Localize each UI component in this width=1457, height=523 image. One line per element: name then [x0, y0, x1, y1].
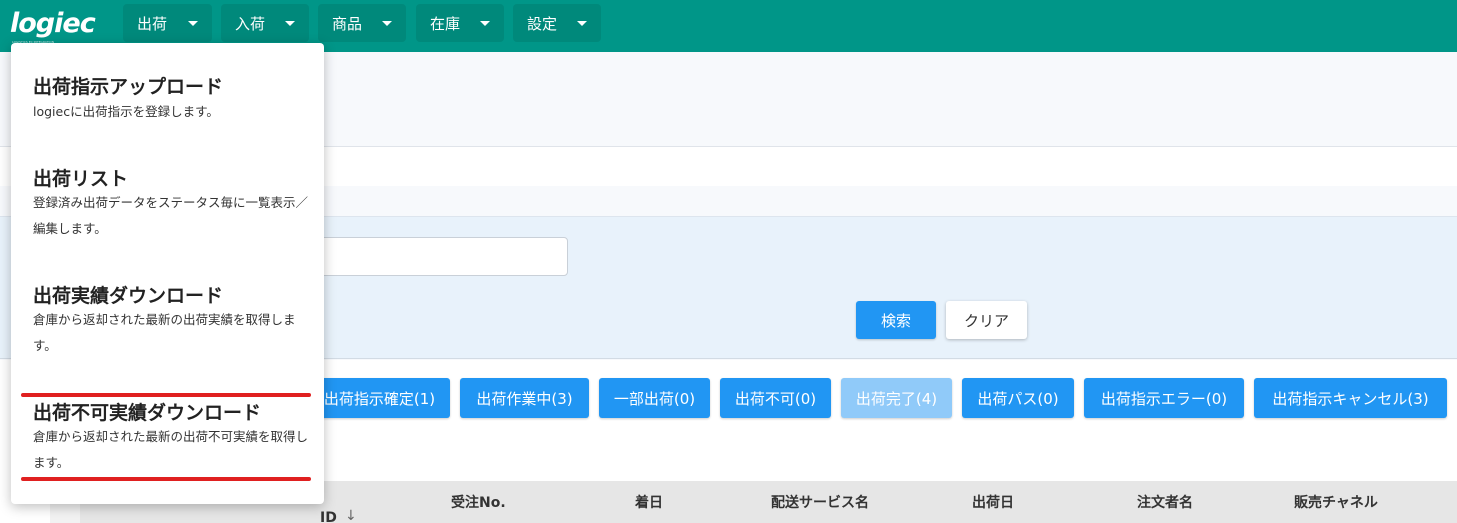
- status-completed-button[interactable]: 出荷完了(4): [841, 378, 952, 418]
- caret-down-icon: [285, 21, 295, 26]
- clear-button[interactable]: クリア: [946, 301, 1027, 339]
- status-confirmed-button[interactable]: 出荷指示確定(1): [309, 378, 450, 418]
- nav-settings[interactable]: 設定: [513, 4, 601, 42]
- column-order-no[interactable]: 受注No.: [451, 492, 506, 512]
- nav-products[interactable]: 商品: [318, 4, 406, 42]
- column-sales-channel[interactable]: 販売チャネル: [1294, 492, 1378, 512]
- status-not-possible-button[interactable]: 出荷不可(0): [720, 378, 831, 418]
- menu-item-results-download-title[interactable]: 出荷実績ダウンロード: [33, 281, 223, 308]
- menu-item-list-desc[interactable]: 登録済み出荷データをステータス毎に一覧表示／編集します。: [33, 190, 308, 242]
- column-arrival-date[interactable]: 着日: [635, 492, 663, 512]
- menu-item-upload-title[interactable]: 出荷指示アップロード: [33, 72, 223, 99]
- menu-item-list-title[interactable]: 出荷リスト: [33, 164, 128, 191]
- column-ship-date[interactable]: 出荷日: [972, 492, 1014, 512]
- caret-down-icon: [382, 21, 392, 26]
- search-button[interactable]: 検索: [856, 301, 936, 339]
- column-orderer-name[interactable]: 注文者名: [1137, 492, 1193, 512]
- nav-shipping[interactable]: 出荷: [123, 4, 212, 42]
- logiec-logo[interactable]: logiec LOGISTICS EC INTEGRATION: [10, 8, 96, 44]
- column-delivery-service[interactable]: 配送サービス名: [771, 492, 869, 512]
- menu-item-not-possible-download-desc[interactable]: 倉庫から返却された最新の出荷不可実績を取得します。: [33, 424, 308, 476]
- menu-item-upload-desc[interactable]: logiecに出荷指示を登録します。: [33, 99, 308, 125]
- annotation-line-bottom: [21, 477, 311, 481]
- sort-down-icon[interactable]: ↓: [345, 508, 359, 523]
- column-id[interactable]: ID: [320, 510, 337, 523]
- menu-item-not-possible-download-title[interactable]: 出荷不可実績ダウンロード: [33, 398, 261, 425]
- status-pass-button[interactable]: 出荷パス(0): [962, 378, 1074, 418]
- caret-down-icon: [577, 21, 587, 26]
- caret-down-icon: [480, 21, 490, 26]
- nav-receiving[interactable]: 入荷: [221, 4, 309, 42]
- status-cancel-button[interactable]: 出荷指示キャンセル(3): [1254, 378, 1447, 418]
- status-partial-button[interactable]: 一部出荷(0): [599, 378, 710, 418]
- nav-inventory[interactable]: 在庫: [416, 4, 504, 42]
- annotation-line-top: [21, 393, 311, 397]
- status-in-progress-button[interactable]: 出荷作業中(3): [460, 378, 589, 418]
- menu-item-results-download-desc[interactable]: 倉庫から返却された最新の出荷実績を取得します。: [33, 307, 308, 359]
- caret-down-icon: [188, 21, 198, 26]
- status-error-button[interactable]: 出荷指示エラー(0): [1084, 378, 1244, 418]
